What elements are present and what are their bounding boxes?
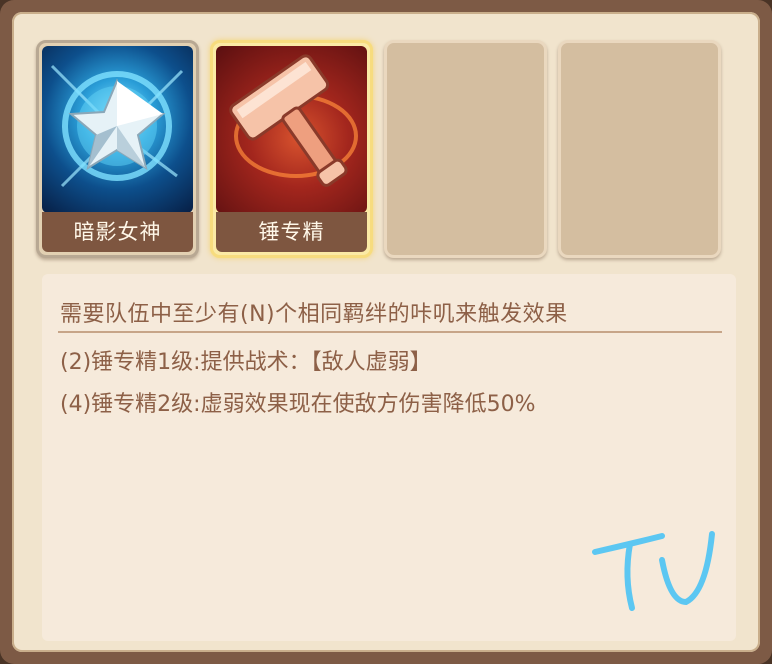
empty-bond-slot[interactable]	[384, 40, 547, 258]
star-icon	[50, 64, 184, 188]
card-art	[216, 46, 367, 213]
bond-requirement-text: 需要队伍中至少有(N)个相同羁绊的咔叽来触发效果	[60, 302, 568, 327]
card-art	[42, 46, 193, 213]
card-label: 暗影女神	[42, 212, 193, 252]
handwritten-watermark	[592, 531, 715, 611]
bond-effect-level-1: (2)锤专精1级:提供战术：【敌人虚弱】	[60, 350, 432, 375]
bond-effect-level-2: (4)锤专精2级:虚弱效果现在使敌方伤害降低50%	[60, 392, 536, 417]
bond-card-hammer-mastery[interactable]: 锤专精	[210, 40, 373, 258]
bond-card-shadow-goddess[interactable]: 暗影女神	[36, 40, 199, 258]
empty-bond-slot[interactable]	[558, 40, 721, 258]
hammer-icon	[229, 54, 358, 187]
divider	[58, 331, 722, 333]
card-label: 锤专精	[216, 212, 367, 252]
